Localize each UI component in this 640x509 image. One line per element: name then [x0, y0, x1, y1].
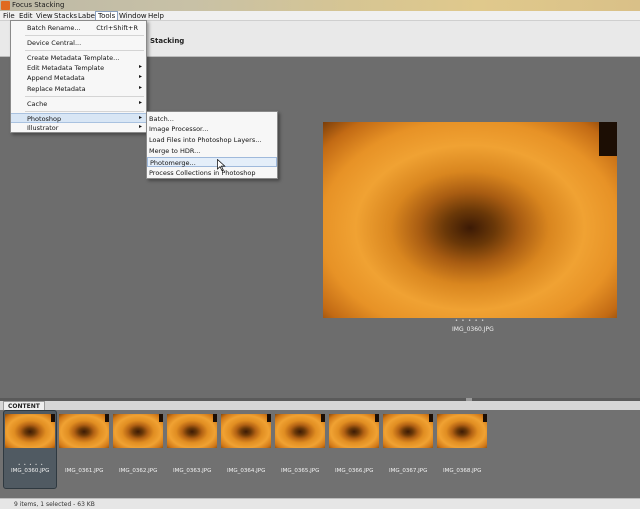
menu-separator [25, 35, 144, 36]
menu-item-label: Append Metadata [27, 74, 85, 82]
thumbnail-filename: IMG_0361.JPG [65, 468, 104, 474]
menu-item-device-central[interactable]: Device Central... [11, 38, 146, 48]
thumbnail-corner [267, 414, 271, 422]
menu-item-label: Illustrator [27, 124, 59, 132]
menu-item-batch-rename[interactable]: Batch Rename... Ctrl+Shift+R [11, 23, 146, 33]
menu-item-load-files-into-layers[interactable]: Load Files into Photoshop Layers... [147, 135, 277, 145]
thumbnail-image[interactable] [221, 414, 271, 448]
menu-item-label: Photomerge... [150, 159, 196, 167]
thumbnail-filename: IMG_0364.JPG [227, 468, 266, 474]
thumbnail-image[interactable] [437, 414, 487, 448]
submenu-arrow-icon: ▸ [138, 99, 142, 106]
thumbnail-image[interactable] [59, 414, 109, 448]
menu-item-edit-metadata-template[interactable]: Edit Metadata Template ▸ [11, 63, 146, 73]
thumbnail-corner [375, 414, 379, 422]
menu-item-shortcut: Ctrl+Shift+R [96, 24, 138, 32]
preview-filename: IMG_0360.JPG [452, 326, 494, 333]
submenu-arrow-icon: ▸ [138, 123, 142, 130]
menu-item-label: Process Collections in Photoshop [149, 169, 256, 177]
menu-view[interactable]: View [36, 12, 53, 20]
menu-item-label: Replace Metadata [27, 85, 86, 93]
menu-item-cache[interactable]: Cache ▸ [11, 99, 146, 109]
submenu-arrow-icon: ▸ [138, 63, 142, 70]
thumbnail-filename: IMG_0360.JPG [11, 468, 50, 474]
title-bar: Focus Stacking [0, 0, 640, 11]
thumbnail-image[interactable] [113, 414, 163, 448]
window-title: Focus Stacking [12, 1, 65, 9]
thumbnail-filename: IMG_0366.JPG [335, 468, 374, 474]
thumbnail-corner [51, 414, 55, 422]
thumbnail-image[interactable] [329, 414, 379, 448]
mouse-cursor-icon [217, 159, 226, 171]
menu-item-label: Load Files into Photoshop Layers... [149, 136, 262, 144]
thumbnail-filename: IMG_0367.JPG [389, 468, 428, 474]
menu-file[interactable]: File [3, 12, 15, 20]
menu-item-label: Merge to HDR... [149, 147, 201, 155]
thumbnail-corner [213, 414, 217, 422]
menu-separator [25, 50, 144, 51]
menu-item-label: Batch Rename... [27, 24, 81, 32]
thumbnail-image[interactable] [275, 414, 325, 448]
submenu-arrow-icon: ▸ [138, 114, 142, 121]
menu-item-photomerge[interactable]: Photomerge... [147, 157, 277, 167]
menu-item-label: Cache [27, 100, 48, 108]
status-bar: 9 items, 1 selected - 63 KB [0, 498, 640, 509]
thumbnail-filename: IMG_0362.JPG [119, 468, 158, 474]
bridge-app-icon [1, 1, 10, 10]
thumbnail-filename: IMG_0368.JPG [443, 468, 482, 474]
menu-item-label: Image Processor... [149, 125, 209, 133]
photoshop-submenu: Batch... Image Processor... Load Files i… [146, 111, 278, 179]
thumbnail-image[interactable] [383, 414, 433, 448]
menu-help[interactable]: Help [148, 12, 164, 20]
tab-content[interactable]: CONTENT [3, 401, 45, 410]
thumbnail-image[interactable] [5, 414, 55, 448]
menu-item-label: Photoshop [27, 115, 62, 123]
thumbnail-rating-dots[interactable]: • • • • • [18, 462, 44, 467]
menu-item-process-collections[interactable]: Process Collections in Photoshop [147, 168, 277, 178]
menu-item-create-metadata-template[interactable]: Create Metadata Template... [11, 53, 146, 63]
menu-item-append-metadata[interactable]: Append Metadata ▸ [11, 73, 146, 83]
menu-item-label: Device Central... [27, 39, 82, 47]
menu-item-label: Edit Metadata Template [27, 64, 105, 72]
thumbnail-corner [105, 414, 109, 422]
thumbnail-filename: IMG_0365.JPG [281, 468, 320, 474]
menu-stacks[interactable]: Stacks [54, 12, 77, 20]
menu-separator [25, 96, 144, 97]
menu-item-merge-to-hdr[interactable]: Merge to HDR... [147, 146, 277, 156]
menu-item-photoshop[interactable]: Photoshop ▸ [11, 113, 146, 123]
menu-separator [25, 111, 144, 112]
preview-image-dark-corner [599, 122, 617, 156]
menu-edit[interactable]: Edit [19, 12, 33, 20]
preview-image[interactable] [323, 122, 617, 318]
menu-item-image-processor[interactable]: Image Processor... [147, 124, 277, 134]
menu-item-label: Create Metadata Template... [27, 54, 120, 62]
preview-rating-dots[interactable]: • • • • • [455, 318, 485, 324]
submenu-arrow-icon: ▸ [138, 73, 142, 80]
menu-window[interactable]: Window [119, 12, 147, 20]
thumbnail-corner [483, 414, 487, 422]
menu-item-illustrator[interactable]: Illustrator ▸ [11, 123, 146, 133]
menu-item-replace-metadata[interactable]: Replace Metadata ▸ [11, 84, 146, 94]
tools-menu: Batch Rename... Ctrl+Shift+R Device Cent… [10, 20, 147, 133]
workspace-label[interactable]: Stacking [150, 37, 184, 45]
content-tab-bar: CONTENT [0, 401, 640, 410]
thumbnail-filename: IMG_0363.JPG [173, 468, 212, 474]
thumbnail-corner [321, 414, 325, 422]
thumbnail-corner [429, 414, 433, 422]
submenu-arrow-icon: ▸ [138, 84, 142, 91]
menu-item-label: Batch... [149, 115, 174, 123]
status-text: 9 items, 1 selected - 63 KB [14, 501, 95, 508]
thumbnail-corner [159, 414, 163, 422]
menu-item-batch[interactable]: Batch... [147, 114, 277, 124]
thumbnail-image[interactable] [167, 414, 217, 448]
